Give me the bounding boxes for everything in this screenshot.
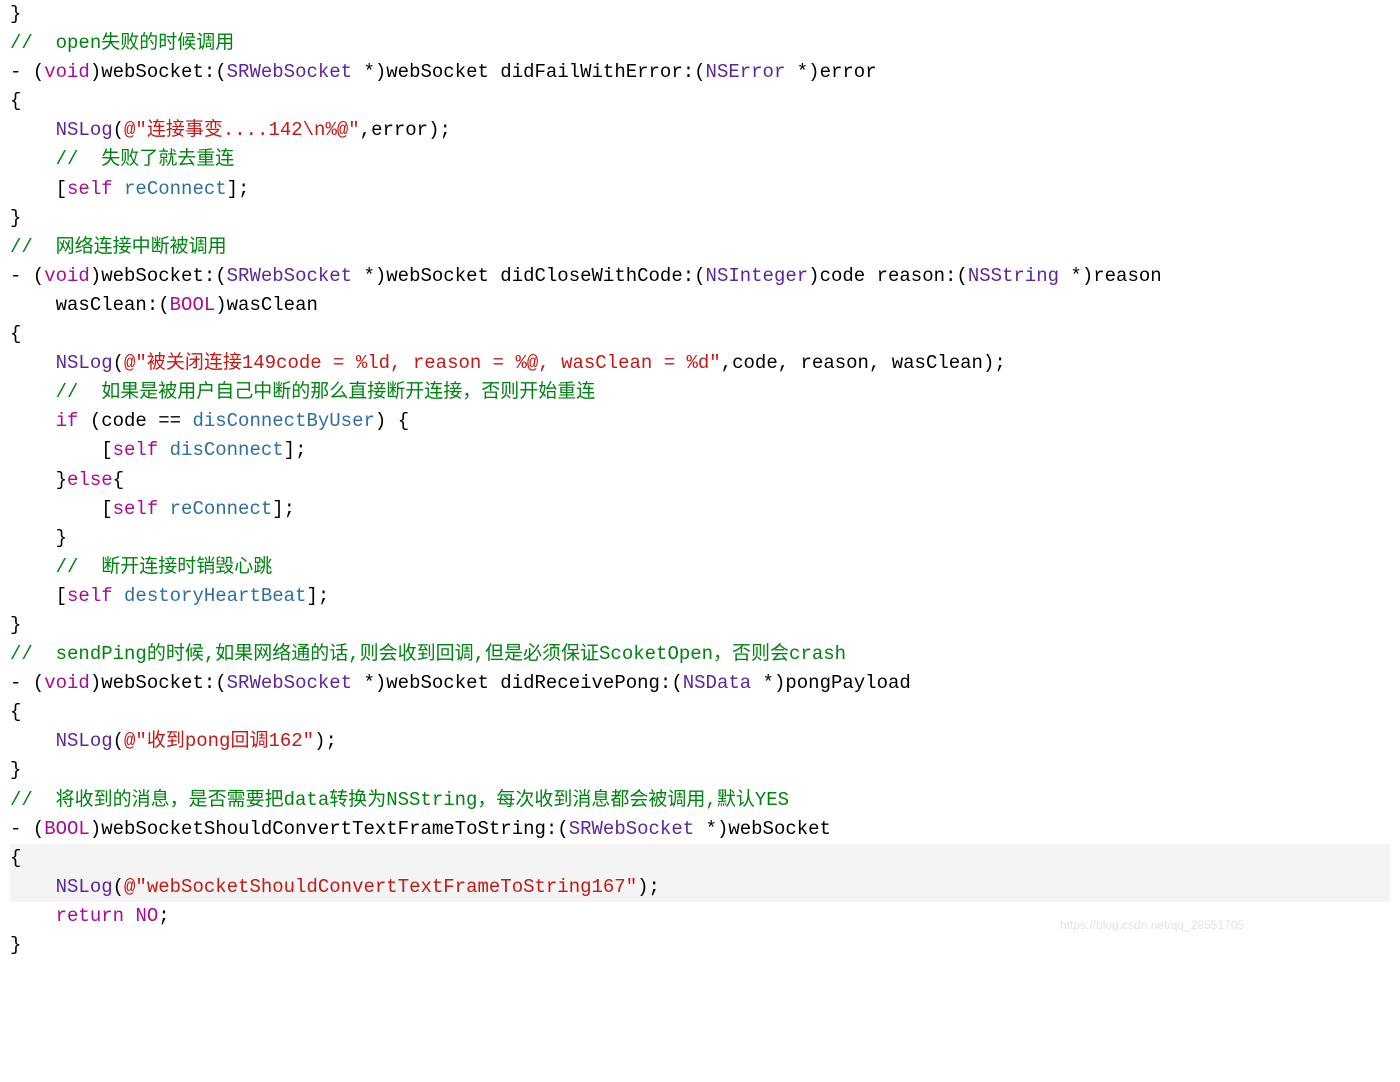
code-line-highlighted: { (10, 844, 1390, 873)
code-line-highlighted: NSLog(@"webSocketShouldConvertTextFrameT… (10, 873, 1390, 902)
code-comment: // 如果是被用户自己中断的那么直接断开连接，否则开始重连 (10, 381, 595, 403)
code-line: - (void)webSocket:(SRWebSocket *)webSock… (10, 61, 877, 83)
code-line: } (10, 614, 21, 636)
code-line: [self reConnect]; (10, 178, 249, 200)
code-line: [self disConnect]; (10, 439, 306, 461)
code-line: } (10, 934, 21, 956)
code-comment: // 断开连接时销毁心跳 (10, 556, 272, 578)
code-comment: // 失败了就去重连 (10, 148, 234, 170)
code-comment: // sendPing的时候,如果网络通的话,则会收到回调,但是必须保证Scok… (10, 643, 846, 665)
code-line: { (10, 90, 21, 112)
code-line: } (10, 207, 21, 229)
code-line: { (10, 323, 21, 345)
code-line: wasClean:(BOOL)wasClean (10, 294, 318, 316)
code-line: - (BOOL)webSocketShouldConvertTextFrameT… (10, 818, 831, 840)
code-line: } (10, 759, 21, 781)
code-comment: // open失败的时候调用 (10, 32, 234, 54)
code-line: }else{ (10, 469, 124, 491)
code-line: } (10, 527, 67, 549)
code-line: NSLog(@"收到pong回调162"); (10, 730, 337, 752)
code-line: [self destoryHeartBeat]; (10, 585, 329, 607)
code-line: { (10, 701, 21, 723)
code-line: [self reConnect]; (10, 498, 295, 520)
code-line: NSLog(@"连接事变....142\n%@",error); (10, 119, 451, 141)
code-block: } // open失败的时候调用 - (void)webSocket:(SRWe… (0, 0, 1400, 970)
code-line: return NO; (10, 905, 170, 927)
code-line: if (code == disConnectByUser) { (10, 410, 409, 432)
code-comment: // 网络连接中断被调用 (10, 236, 227, 258)
code-line: - (void)webSocket:(SRWebSocket *)webSock… (10, 672, 911, 694)
code-line: NSLog(@"被关闭连接149code = %ld, reason = %@,… (10, 352, 1006, 374)
code-line: } (10, 3, 21, 25)
code-line: - (void)webSocket:(SRWebSocket *)webSock… (10, 265, 1162, 287)
code-comment: // 将收到的消息，是否需要把data转换为NSString，每次收到消息都会被… (10, 789, 789, 811)
